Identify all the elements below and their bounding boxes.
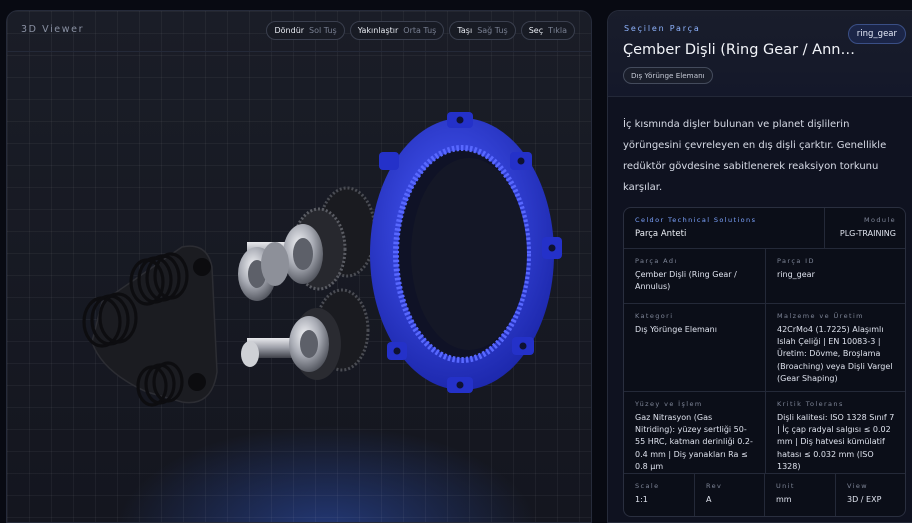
control-key: Sol Tuş bbox=[309, 26, 337, 35]
footer-label: View bbox=[847, 482, 869, 490]
control-action: Seç bbox=[528, 26, 544, 35]
module-label: Module bbox=[863, 216, 896, 224]
card-row-material: Kategori Dış Yörünge Elemanı Malzeme ve … bbox=[624, 304, 905, 392]
surface-label: Yüzey ve İşlem bbox=[635, 400, 703, 408]
company-value: Parça Anteti bbox=[635, 229, 687, 239]
footer-label: Unit bbox=[776, 482, 795, 490]
tolerance-label: Kritik Tolerans bbox=[777, 400, 844, 408]
control-action: Döndür bbox=[274, 26, 305, 35]
control-select[interactable]: Seç Tıkla bbox=[520, 21, 575, 40]
tolerance-value: Dişli kalitesi: ISO 1328 Sınıf 7 | İç ça… bbox=[777, 413, 895, 471]
id-value: ring_gear bbox=[777, 270, 815, 279]
planet-gear-upper[interactable] bbox=[238, 186, 377, 301]
name-value: Çember Dişli (Ring Gear / Annulus) bbox=[635, 270, 737, 292]
footer-label: Scale bbox=[635, 482, 660, 490]
ring-gear[interactable] bbox=[370, 112, 562, 393]
control-zoom[interactable]: Yakınlaştır Orta Tuş bbox=[349, 21, 445, 40]
control-action: Yakınlaştır bbox=[357, 26, 399, 35]
control-rotate[interactable]: Döndür Sol Tuş bbox=[266, 21, 345, 40]
control-action: Taşı bbox=[457, 26, 473, 35]
title-block-card: Celdor Technical Solutions Parça Anteti … bbox=[623, 207, 906, 517]
info-header: Seçilen Parça Çember Dişli (Ring Gear / … bbox=[608, 11, 912, 97]
part-title: Çember Dişli (Ring Gear / Annulus) bbox=[623, 42, 855, 58]
footer-value: mm bbox=[776, 495, 792, 504]
footer-label: Rev bbox=[706, 482, 723, 490]
company-label: Celdor Technical Solutions bbox=[635, 216, 757, 224]
material-label: Malzeme ve Üretim bbox=[777, 312, 864, 320]
category-value: Dış Yörünge Elemanı bbox=[635, 325, 717, 334]
id-label: Parça ID bbox=[777, 257, 815, 265]
part-id-badge[interactable]: ring_gear bbox=[847, 24, 906, 44]
control-key: Orta Tuş bbox=[403, 26, 437, 35]
selected-part-label: Seçilen Parça bbox=[624, 24, 701, 33]
card-row-company: Celdor Technical Solutions Parça Anteti … bbox=[624, 208, 905, 249]
viewer-controls: Döndür Sol Tuş Yakınlaştır Orta Tuş Taşı… bbox=[266, 21, 575, 40]
category-badge: Dış Yörünge Elemanı bbox=[623, 67, 713, 84]
3d-canvas[interactable] bbox=[7, 52, 592, 523]
info-panel: Seçilen Parça Çember Dişli (Ring Gear / … bbox=[607, 10, 912, 523]
app-root: 3D Viewer Döndür Sol Tuş Yakınlaştır Ort… bbox=[0, 0, 912, 523]
footer-value: 3D / EXP bbox=[847, 495, 882, 504]
card-row-name: Parça Adı Çember Dişli (Ring Gear / Annu… bbox=[624, 249, 905, 304]
control-pan[interactable]: Taşı Sağ Tuş bbox=[449, 21, 516, 40]
part-description: İç kısmında dişler bulunan ve planet diş… bbox=[623, 119, 887, 193]
material-value: 42CrMo4 (1.7225) Alaşımlı Islah Çeliği |… bbox=[777, 325, 893, 383]
module-value: PLG-TRAINING bbox=[839, 229, 896, 238]
name-label: Parça Adı bbox=[635, 257, 678, 265]
card-row-footer: Scale 1:1 Rev A Unit mm View 3D / EXP bbox=[624, 474, 905, 516]
control-key: Sağ Tuş bbox=[477, 26, 508, 35]
footer-value: A bbox=[706, 495, 712, 504]
viewer-title: 3D Viewer bbox=[21, 24, 85, 35]
planet-gear-lower[interactable] bbox=[241, 288, 370, 380]
category-label: Kategori bbox=[635, 312, 674, 320]
footer-value: 1:1 bbox=[635, 495, 648, 504]
surface-value: Gaz Nitrasyon (Gas Nitriding): yüzey ser… bbox=[635, 413, 753, 471]
control-key: Tıkla bbox=[548, 26, 567, 35]
viewer-panel: 3D Viewer Döndür Sol Tuş Yakınlaştır Ort… bbox=[6, 10, 592, 523]
card-row-surface: Yüzey ve İşlem Gaz Nitrasyon (Gas Nitrid… bbox=[624, 392, 905, 474]
